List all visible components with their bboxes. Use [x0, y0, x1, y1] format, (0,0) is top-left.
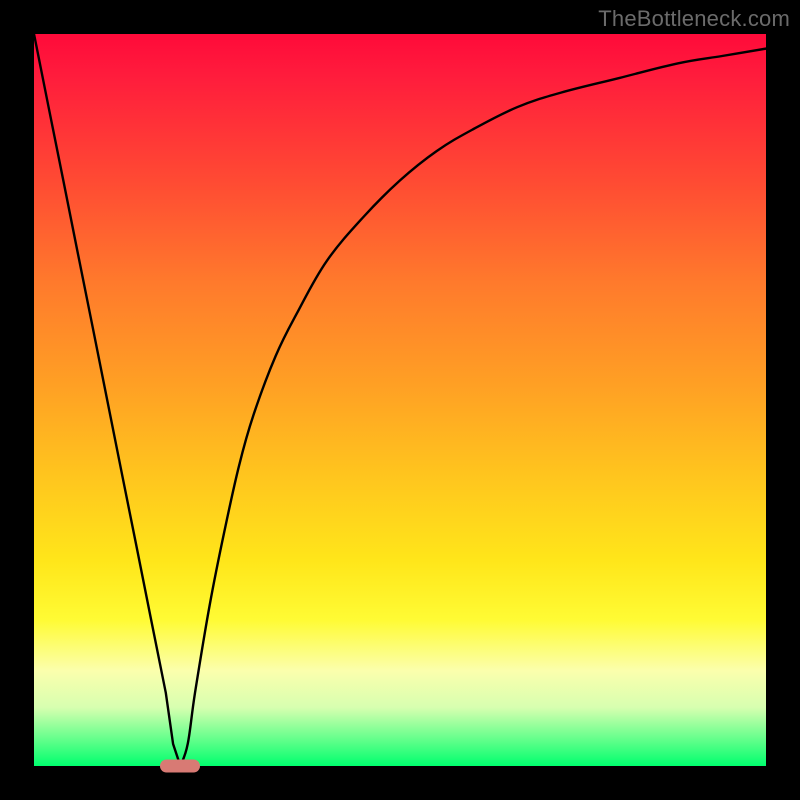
- optimal-point-marker: [160, 760, 200, 773]
- plot-area: [34, 34, 766, 766]
- watermark-text: TheBottleneck.com: [598, 6, 790, 32]
- bottleneck-curve: [34, 34, 766, 766]
- chart-frame: TheBottleneck.com: [0, 0, 800, 800]
